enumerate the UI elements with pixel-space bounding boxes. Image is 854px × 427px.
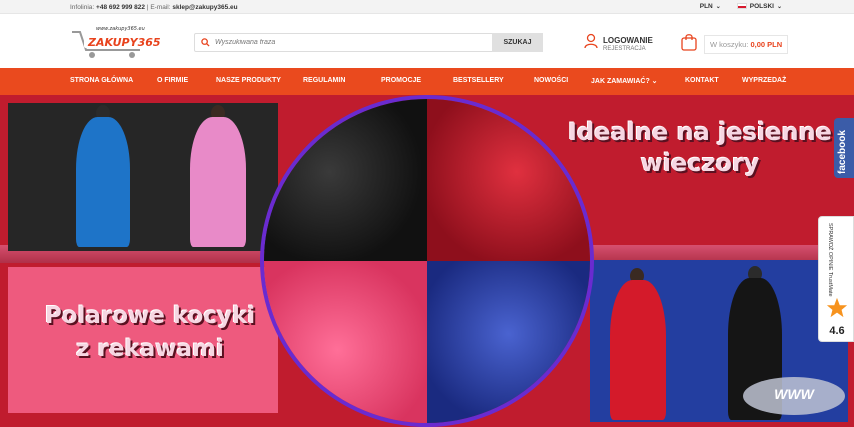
trust-score: 4.6 (829, 325, 845, 337)
search-icon (195, 34, 215, 52)
pink-robe (190, 117, 246, 247)
search-button[interactable]: SZUKAJ (492, 33, 543, 52)
nav-item-bestsellers[interactable]: BESTSELLERY (453, 77, 504, 84)
trust-brand: TrustMate (827, 272, 833, 297)
chevron-down-icon: ⌄ (651, 78, 658, 85)
email-label: E-mail: (150, 4, 171, 11)
nav-item-sale[interactable]: WYPRZEDAŻ (742, 77, 786, 84)
shopping-bag-icon (680, 33, 698, 56)
phone-number[interactable]: +48 692 999 822 (96, 4, 145, 11)
hero-banner[interactable]: Idealne na jesienne wieczory Polarowe ko… (0, 95, 854, 427)
svg-text:ZAKUPY365: ZAKUPY365 (87, 36, 161, 49)
headline-product: Polarowe kocyki z rekawami (44, 303, 256, 363)
cart-amount: 0,00 PLN (750, 40, 783, 49)
user-icon (584, 33, 598, 54)
red-robe (610, 280, 666, 420)
main-nav: STRONA GŁÓWNA O FIRMIE NASZE PRODUKTY RE… (0, 68, 854, 95)
nav-item-new[interactable]: NOWOŚCI (534, 77, 568, 84)
facebook-label: facebook (837, 130, 848, 174)
header: ZAKUPY365 www.zakupy365.eu SZUKAJ LOGOWA… (0, 14, 854, 68)
top-bar: Infolinia: +48 692 999 822 | E-mail: skl… (0, 0, 854, 14)
contact-info: Infolinia: +48 692 999 822 | E-mail: skl… (70, 4, 238, 11)
star-icon (826, 297, 848, 318)
email-address[interactable]: sklep@zakupy365.eu (172, 4, 237, 11)
search-bar: SZUKAJ (194, 33, 543, 52)
chevron-down-icon: ⌄ (715, 4, 721, 10)
nav-item-about[interactable]: O FIRMIE (157, 77, 188, 84)
currency-select[interactable]: PLN ⌄ (700, 3, 721, 10)
login-link[interactable]: LOGOWANIE REJESTRACJA (584, 33, 653, 54)
phone-label: Infolinia: (70, 4, 95, 11)
nav-item-products[interactable]: NASZE PRODUKTY (216, 77, 281, 84)
language-select[interactable]: POLSKI ⌄ (736, 3, 782, 10)
nav-item-contact[interactable]: KONTAKT (685, 77, 719, 84)
chevron-down-icon: ⌄ (776, 4, 782, 10)
search-input[interactable] (215, 34, 492, 51)
cart-summary: W koszyku: 0,00 PLN (704, 35, 789, 54)
nav-item-promotions[interactable]: PROMOCJE (381, 77, 421, 84)
nav-item-home[interactable]: STRONA GŁÓWNA (70, 77, 133, 84)
register-link[interactable]: REJESTRACJA (603, 46, 653, 52)
blue-robe (76, 117, 130, 247)
trust-label: SPRAWDŹ OPINIE (827, 223, 833, 271)
nav-item-how-to-order[interactable]: JAK ZAMAWIAĆ? ⌄ (591, 77, 658, 85)
nav-item-terms[interactable]: REGULAMIN (303, 77, 345, 84)
fabric-samples-circle (260, 95, 594, 427)
polish-flag-icon (736, 3, 747, 9)
www-badge: WWW (743, 377, 845, 415)
banner-photo-robes-top (8, 103, 278, 251)
site-logo[interactable]: ZAKUPY365 www.zakupy365.eu (70, 24, 162, 60)
cart[interactable]: W koszyku: 0,00 PLN (680, 33, 789, 56)
facebook-widget[interactable]: facebook (834, 118, 854, 178)
login-title: LOGOWANIE (603, 35, 653, 45)
trustmate-widget[interactable]: SPRAWDŹ OPINIE TrustMate 4.6 (818, 216, 854, 342)
logo-url: www.zakupy365.eu (96, 26, 145, 32)
headline-autumn: Idealne na jesienne wieczory (568, 118, 832, 178)
